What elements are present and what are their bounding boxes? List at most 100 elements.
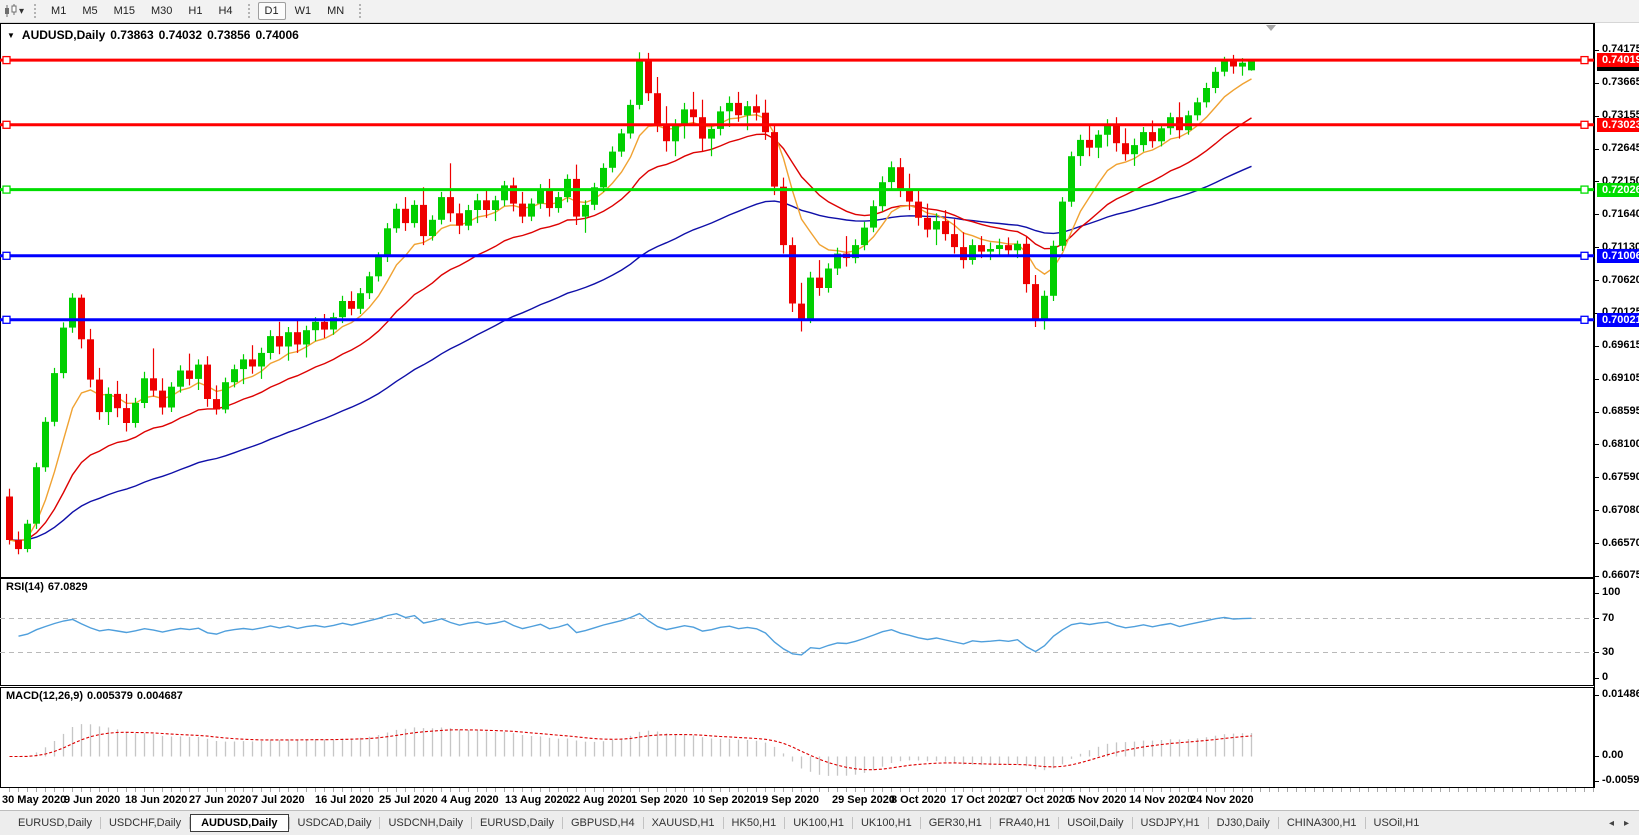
rsi-tick-label: 0 [1602,671,1608,683]
rsi-tick-label: 100 [1602,586,1620,598]
candlestick-chart-icon [3,4,19,18]
tab-scroll-right-button[interactable] [1619,818,1634,829]
toolbar-separator [248,4,250,18]
chart-tab-usdjpy-h1[interactable]: USDJPY,H1 [1133,814,1208,832]
symbol-dropdown-icon[interactable] [7,28,17,42]
hline-price-label: 0.73023 [1597,118,1639,132]
chart-tab-eurusd-daily[interactable]: EURUSD,Daily [472,814,562,832]
hline-price-label: 0.72026 [1597,183,1639,197]
price-tick-dash [1595,444,1599,445]
macd-tick-dash [1595,781,1599,782]
chart-tab-usdcnh-daily[interactable]: USDCNH,Daily [380,814,471,832]
price-tick-label: 0.70620 [1602,274,1639,286]
horizontal-lines [0,57,1594,324]
rsi-value: 67.0829 [48,581,88,593]
chart-symbol: AUDUSD,Daily [22,28,105,42]
date-label: 13 Aug 2020 [505,794,569,806]
macd-header: MACD(12,26,9)0.0053790.004687 [6,690,187,702]
trading-platform-window: M1M5M15M30H1H4 D1W1MN AUDUSD,Daily 0.73863… [0,0,1639,835]
chart-tab-usoil-daily[interactable]: USOil,Daily [1059,814,1131,832]
macd-indicator-pane[interactable] [0,687,1594,788]
ma-line-medium [10,118,1252,541]
rsi-tick-dash [1595,652,1599,653]
price-chart-pane[interactable] [0,23,1594,578]
date-label: 22 Aug 2020 [568,794,632,806]
rsi-indicator-pane[interactable] [0,578,1594,686]
date-label: 8 Oct 2020 [891,794,946,806]
chart-tab-dj30-daily[interactable]: DJ30,Daily [1209,814,1278,832]
candlesticks [6,52,1255,554]
price-tick-label: 0.68595 [1602,405,1639,417]
chart-shift-marker-icon[interactable] [1266,25,1276,31]
date-label: 5 Nov 2020 [1069,794,1126,806]
price-tick-dash [1595,576,1599,577]
price-tick-dash [1595,379,1599,380]
price-tick-dash [1595,50,1599,51]
timeframe-button-m30[interactable]: M30 [144,2,179,20]
price-tick-dash [1595,412,1599,413]
timeframe-button-w1[interactable]: W1 [288,2,319,20]
chart-tab-uk100-h1[interactable]: UK100,H1 [785,814,852,832]
price-tick-label: 0.68100 [1602,438,1639,450]
ohlc-close: 0.74006 [255,28,298,42]
date-label: 7 Jul 2020 [252,794,305,806]
price-tick-dash [1595,346,1599,347]
date-label: 24 Nov 2020 [1190,794,1254,806]
timeframe-button-group: M1M5M15M30H1H4 D1W1MN [43,2,368,20]
price-tick-label: 0.67080 [1602,504,1639,516]
date-label: 27 Jun 2020 [189,794,251,806]
chart-tab-china300-h1[interactable]: CHINA300,H1 [1279,814,1365,832]
ohlc-high: 0.74032 [159,28,202,42]
chart-tab-xauusd-h1[interactable]: XAUUSD,H1 [644,814,723,832]
hline-price-label: 0.74019 [1597,53,1639,67]
macd-tick-label: 0.014861 [1602,688,1639,700]
ohlc-low: 0.73856 [207,28,250,42]
timeframe-button-d1[interactable]: D1 [258,2,286,20]
timeframe-button-h1[interactable]: H1 [181,2,209,20]
tab-scroll-left-button[interactable] [1604,818,1619,829]
chart-tab-uk100-h1[interactable]: UK100,H1 [853,814,920,832]
date-label: 9 Jun 2020 [64,794,120,806]
date-label: 18 Jun 2020 [125,794,187,806]
chart-tab-usdcad-daily[interactable]: USDCAD,Daily [290,814,380,832]
toolbar-separator [34,4,36,18]
date-label: 14 Nov 2020 [1129,794,1193,806]
date-axis[interactable]: 30 May 20209 Jun 202018 Jun 202027 Jun 2… [0,788,1594,810]
rsi-tick-dash [1595,618,1599,619]
timeframe-button-m1[interactable]: M1 [44,2,73,20]
timeframe-button-mn[interactable]: MN [320,2,351,20]
ohlc-open: 0.73863 [110,28,153,42]
hline-price-label: 0.70021 [1597,313,1639,327]
price-tick-dash [1595,477,1599,478]
chart-tab-fra40-h1[interactable]: FRA40,H1 [991,814,1058,832]
macd-tick-label: -0.005938 [1602,774,1639,786]
timeframe-button-m5[interactable]: M5 [75,2,104,20]
chart-tab-eurusd-daily[interactable]: EURUSD,Daily [10,814,100,832]
rsi-tick-label: 70 [1602,612,1614,624]
chart-tab-gbpusd-h4[interactable]: GBPUSD,H4 [563,814,643,832]
rsi-label: RSI(14) [6,581,44,593]
macd-tick-dash [1595,756,1599,757]
toolbar-separator [359,4,361,18]
chart-tab-usoil-h1[interactable]: USOil,H1 [1366,814,1428,832]
price-tick-dash [1595,116,1599,117]
price-axis[interactable]: 0.741750.736650.731550.726450.721500.716… [1594,23,1639,788]
chart-tab-audusd-daily[interactable]: AUDUSD,Daily [190,814,288,832]
price-tick-label: 0.69615 [1602,339,1639,351]
timeframe-button-h4[interactable]: H4 [211,2,239,20]
price-tick-dash [1595,280,1599,281]
date-label: 16 Jul 2020 [315,794,374,806]
rsi-tick-label: 30 [1602,646,1614,658]
chart-tab-hk50-h1[interactable]: HK50,H1 [724,814,785,832]
chart-type-button[interactable] [0,3,27,19]
chart-tab-ger30-h1[interactable]: GER30,H1 [921,814,990,832]
date-label: 19 Sep 2020 [756,794,819,806]
tab-scroll-buttons [1604,818,1634,829]
price-tick-label: 0.72645 [1602,142,1639,154]
date-label: 27 Oct 2020 [1010,794,1071,806]
chart-tab-usdchf-daily[interactable]: USDCHF,Daily [101,814,189,832]
hline-price-label: 0.71006 [1597,249,1639,263]
timeframe-button-m15[interactable]: M15 [107,2,142,20]
date-label: 29 Sep 2020 [832,794,895,806]
price-tick-label: 0.67590 [1602,471,1639,483]
